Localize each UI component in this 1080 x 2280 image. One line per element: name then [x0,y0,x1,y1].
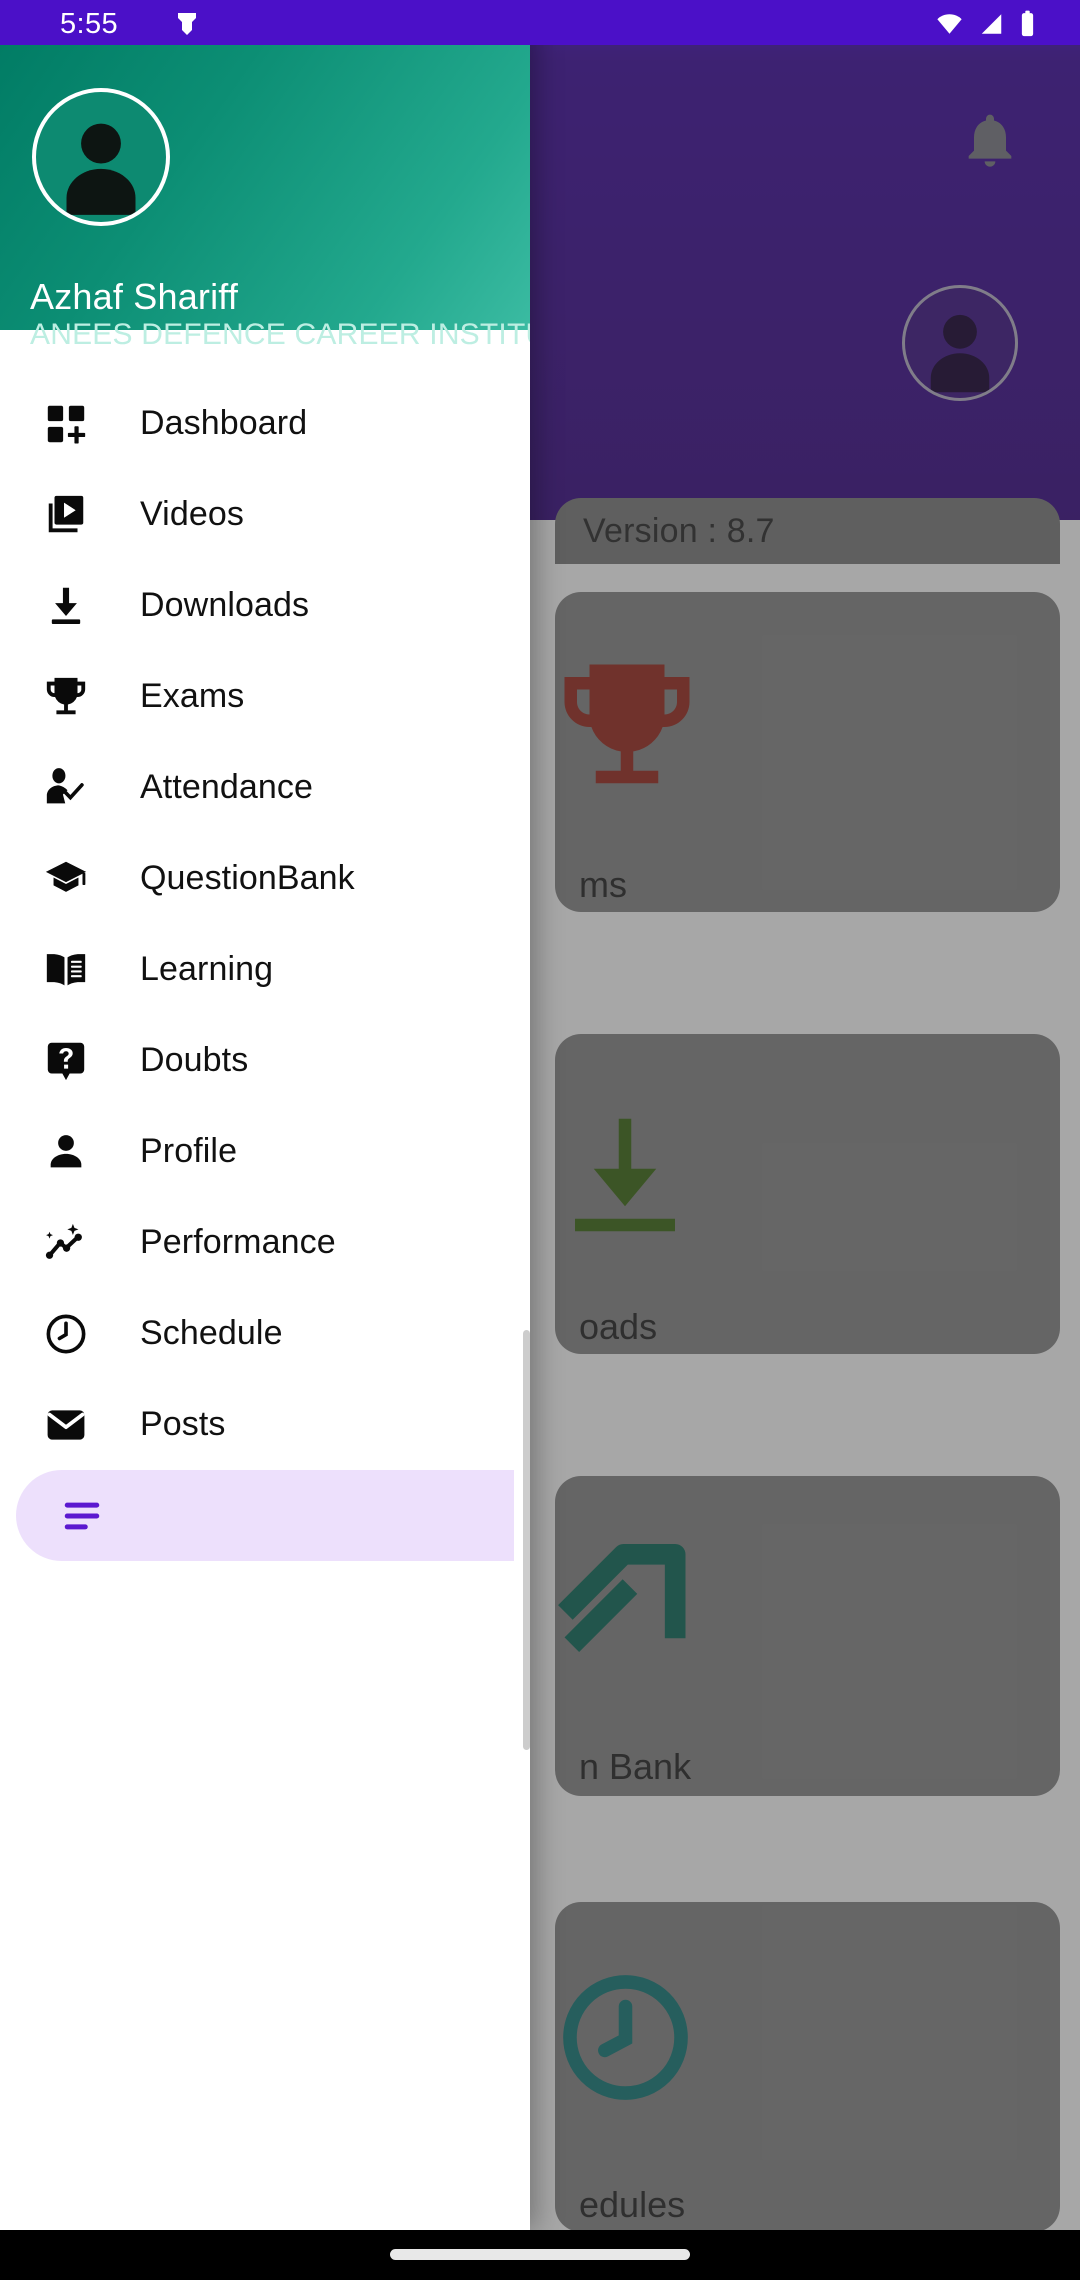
graduation-cap-icon [40,853,92,905]
sidebar-item-downloads[interactable]: Downloads [0,560,530,651]
sidebar-item-schedule[interactable]: Schedule [0,1288,530,1379]
sidebar-item-videos[interactable]: Videos [0,469,530,560]
dashboard-grid-plus-icon [40,398,92,450]
envelope-icon [40,1399,92,1451]
wifi-icon [935,11,964,42]
menu-list-icon [56,1490,108,1542]
cellular-signal-icon [978,11,1005,42]
sidebar-item-posts[interactable]: Posts [0,1379,530,1470]
sidebar-item-questionbank[interactable]: QuestionBank [0,833,530,924]
sidebar-item-performance[interactable]: Performance [0,1197,530,1288]
sidebar-item-label: Learning [140,950,274,988]
trend-sparkle-icon [40,1217,92,1269]
question-bubble-icon [40,1035,92,1087]
sidebar-item-label: Performance [140,1223,336,1261]
sidebar-item-label: Doubts [140,1041,249,1079]
avatar[interactable] [32,88,170,226]
sidebar-item-label: QuestionBank [140,859,355,897]
status-bar-icons [935,10,1036,42]
sidebar-item-label: Downloads [140,586,310,624]
status-bar: 5:55 [0,0,1080,45]
sidebar-item-dashboard[interactable]: Dashboard [0,378,530,469]
drawer-user-name: Azhaf Shariff [30,276,239,317]
clock-icon [40,1308,92,1360]
sidebar-item-label: Profile [140,1132,238,1170]
sidebar-item-label: Schedule [140,1314,283,1352]
drawer-organization: ANEES DEFENCE CAREER INSTITUTE [30,318,530,351]
battery-icon [1019,10,1036,42]
navigation-drawer: Azhaf Shariff ANEES DEFENCE CAREER INSTI… [0,0,530,2230]
sidebar-item-label: Videos [140,495,244,533]
sidebar-item-label: Dashboard [140,404,308,442]
download-arrow-icon [40,580,92,632]
trophy-icon [40,671,92,723]
person-icon [40,1126,92,1178]
sidebar-item-profile[interactable]: Profile [0,1106,530,1197]
sidebar-item-attendance[interactable]: Attendance [0,742,530,833]
notification-dot-icon [175,11,199,42]
sidebar-item-label: Exams [140,677,245,715]
sidebar-item-learning[interactable]: Learning [0,924,530,1015]
status-bar-time: 5:55 [60,8,119,40]
drawer-menu-list: Dashboard Videos Downloads Exams Attenda… [0,378,530,1561]
sidebar-item-doubts[interactable]: Doubts [0,1015,530,1106]
sidebar-item-selected[interactable] [16,1470,514,1561]
sidebar-item-exams[interactable]: Exams [0,651,530,742]
phone-screen: Version : 8.7 ms oads n Bank edules Azha… [0,0,1080,2280]
drawer-header: Azhaf Shariff ANEES DEFENCE CAREER INSTI… [0,0,530,351]
home-gesture-pill[interactable] [390,2249,690,2260]
person-check-icon [40,762,92,814]
sidebar-item-label: Posts [140,1405,226,1443]
system-navigation-bar [0,2230,1080,2280]
sidebar-item-label: Attendance [140,768,314,806]
open-book-icon [40,944,92,996]
video-library-icon [40,489,92,541]
drawer-scrollbar[interactable] [523,1330,530,1750]
